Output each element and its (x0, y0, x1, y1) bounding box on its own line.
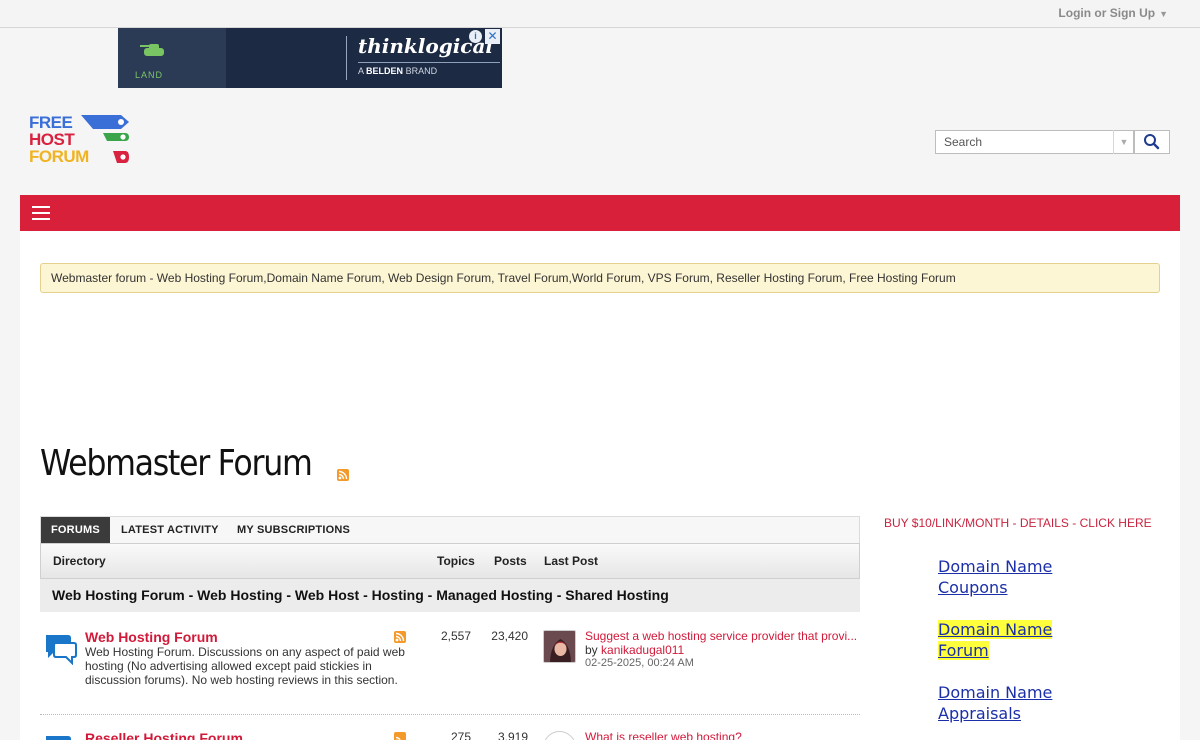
forum-rss-icon[interactable] (394, 631, 406, 643)
forum-posts-count: 23,420 (491, 629, 528, 643)
last-post-by-label: by (585, 643, 598, 657)
avatar[interactable] (543, 630, 576, 663)
avatar[interactable] (543, 731, 576, 740)
last-post-date: 02-25-2025, 00:24 AM (585, 657, 694, 669)
last-post-user-link[interactable]: kanikadugal011 (601, 643, 684, 657)
tab-my-subscriptions[interactable]: MY SUBSCRIPTIONS (227, 517, 360, 544)
adchoices-info-icon[interactable]: i (469, 30, 482, 43)
col-posts: Posts (494, 554, 527, 568)
last-post-title-link[interactable]: Suggest a web hosting service provider t… (585, 629, 865, 643)
sidebar-link-line[interactable]: Forum (938, 641, 989, 660)
login-signup-link[interactable]: Login or Sign Up ▼ (1058, 6, 1168, 20)
main-navbar (20, 195, 1180, 231)
login-signup-label[interactable]: Login or Sign Up (1058, 6, 1155, 20)
rss-feed-icon[interactable] (337, 469, 349, 481)
ad-divider (346, 36, 347, 80)
last-post-author: by kanikadugal011 (585, 643, 684, 657)
hamburger-icon[interactable] (32, 206, 50, 220)
category-title[interactable]: Web Hosting Forum - Web Hosting - Web Ho… (40, 579, 860, 612)
search-bar: Search ▼ (935, 130, 1170, 154)
ad-brand-underline (358, 62, 500, 63)
col-directory: Directory (53, 554, 106, 568)
chevron-down-icon[interactable]: ▼ (1159, 9, 1168, 19)
banner-ad[interactable]: LAND thinklogical A BELDEN BRAND i ✕ (118, 28, 502, 88)
main-content: Webmaster forum - Web Hosting Forum,Doma… (20, 231, 1180, 740)
logo-graphic-icon (81, 115, 129, 163)
forum-title-link[interactable]: Reseller Hosting Forum (85, 730, 243, 740)
tab-latest-activity[interactable]: LATEST ACTIVITY (111, 517, 229, 544)
sidebar-ad-link[interactable]: BUY $10/LINK/MONTH - DETAILS - CLICK HER… (884, 516, 1152, 530)
ad-tagline: A BELDEN BRAND (358, 66, 437, 76)
forum-tabs: FORUMS LATEST ACTIVITY MY SUBSCRIPTIONS (40, 516, 860, 544)
sidebar-link-domain-forum[interactable]: Domain Name Forum (938, 619, 1053, 661)
table-header: Directory Topics Posts Last Post (40, 543, 860, 579)
ad-tagline-brand: BELDEN (366, 66, 404, 76)
forum-row: Web Hosting Forum Web Hosting Forum. Dis… (40, 627, 860, 713)
forum-topics-count: 275 (450, 730, 471, 740)
sidebar-link-line[interactable]: Domain Name (938, 683, 1052, 702)
col-last-post: Last Post (544, 554, 599, 568)
forum-topics-count: 2,557 (440, 629, 471, 643)
forum-posts-count: 3,919 (497, 730, 528, 740)
top-bar: Login or Sign Up ▼ (0, 0, 1200, 28)
sidebar-link-line[interactable]: Domain Name (938, 620, 1053, 639)
row-divider (40, 714, 860, 715)
sidebar-link-domain-appraisals[interactable]: Domain Name Appraisals (938, 682, 1052, 724)
ad-tagline-suffix: BRAND (405, 66, 438, 76)
forum-title-link[interactable]: Web Hosting Forum (85, 629, 218, 645)
search-button[interactable] (1134, 130, 1170, 154)
col-topics: Topics (437, 554, 475, 568)
tank-icon (140, 44, 164, 56)
sidebar-link-line[interactable]: Appraisals (938, 704, 1021, 723)
sidebar-link-domain-coupons[interactable]: Domain Name Coupons (938, 556, 1052, 598)
sidebar-link-line[interactable]: Domain Name (938, 557, 1052, 576)
forum-chat-icon (46, 736, 71, 740)
sidebar-link-line[interactable]: Coupons (938, 578, 1008, 597)
tab-forums[interactable]: FORUMS (41, 517, 110, 544)
forum-chat-icon (46, 635, 77, 665)
site-notice: Webmaster forum - Web Hosting Forum,Doma… (40, 263, 1160, 293)
site-logo[interactable]: FREE HOST FORUM (29, 114, 133, 168)
forum-rss-icon[interactable] (394, 732, 406, 740)
ad-tagline-prefix: A (358, 66, 364, 76)
search-options-dropdown[interactable]: ▼ (1113, 130, 1134, 154)
forum-row: Reseller Hosting Forum 275 3,919 What is… (40, 728, 860, 740)
forum-description: Web Hosting Forum. Discussions on any as… (85, 645, 405, 687)
search-icon (1144, 134, 1160, 150)
page-title: Webmaster Forum (40, 443, 313, 484)
ad-close-icon[interactable]: ✕ (485, 29, 500, 44)
last-post-title-link[interactable]: What is reseller web hosting? (585, 730, 865, 740)
ad-land-label: LAND (135, 70, 164, 80)
search-input[interactable]: Search (935, 130, 1134, 154)
